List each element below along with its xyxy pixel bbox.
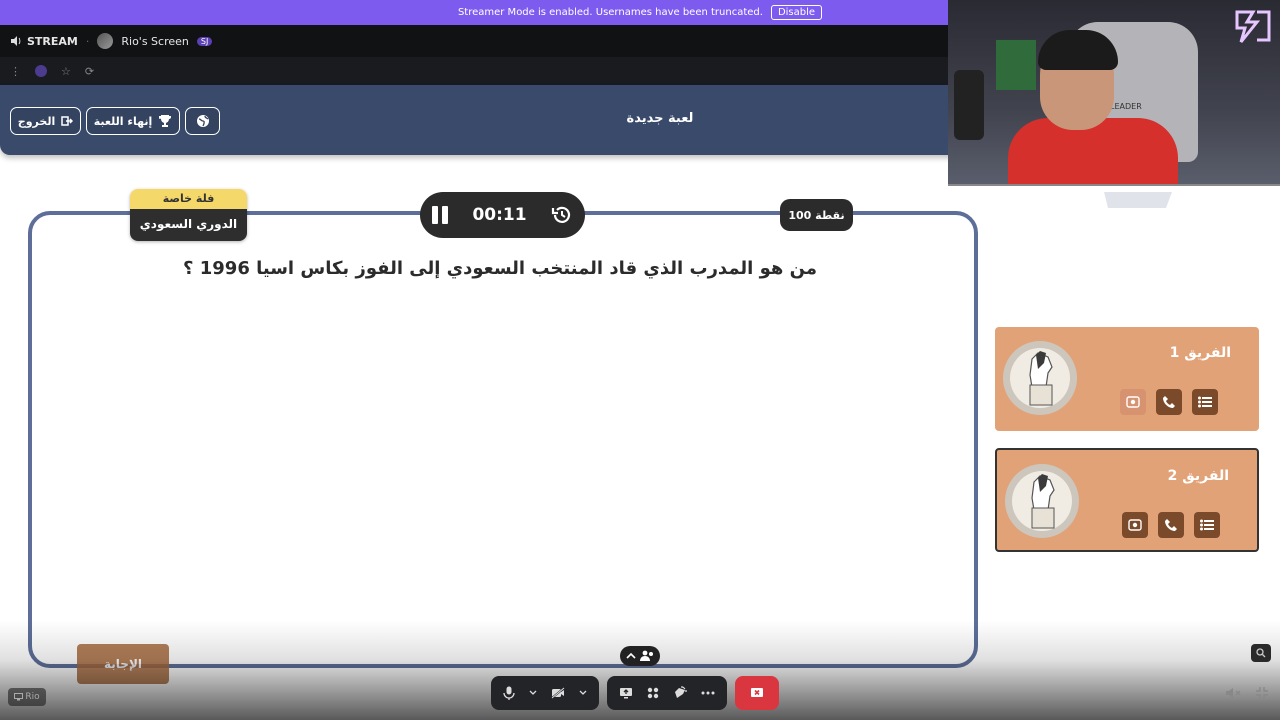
list-icon [1200, 519, 1214, 531]
horse-icon [1010, 348, 1070, 408]
category-tag: فلة خاصة الدوري السعودي [130, 189, 247, 241]
activity-controls [607, 676, 727, 710]
collapse-participants-button[interactable] [620, 646, 660, 666]
streamer-mode-message: Streamer Mode is enabled. Usernames have… [457, 7, 763, 18]
activities-icon[interactable] [647, 687, 659, 699]
list-button[interactable] [1194, 512, 1220, 538]
swap-button[interactable] [1120, 389, 1146, 415]
channel-logo-icon [1235, 10, 1271, 43]
viewer-name-tag: Rio [8, 688, 46, 706]
call-icon [1165, 519, 1177, 531]
category-name: الدوري السعودي [130, 209, 247, 241]
timer-value: 00:11 [472, 205, 527, 225]
chevron-up-icon [626, 652, 636, 659]
mic-icon[interactable] [503, 686, 515, 700]
timer: 00:11 [420, 192, 585, 238]
exit-button[interactable]: الخروج [10, 107, 81, 135]
chevron-down-icon[interactable] [529, 690, 537, 696]
camera-off-icon[interactable] [551, 687, 565, 699]
channel-watermark-icon [1104, 192, 1172, 208]
rewind-icon[interactable] [551, 204, 573, 226]
team-tools [1122, 512, 1220, 538]
list-icon [1198, 396, 1212, 408]
exit-label: الخروج [17, 114, 56, 128]
call-button[interactable] [1156, 389, 1182, 415]
refresh-icon[interactable]: ⟳ [85, 65, 94, 78]
end-game-label: إنهاء اللعبة [93, 114, 153, 128]
team-name: الفريق 2 [1167, 468, 1229, 484]
end-game-button[interactable]: إنهاء اللعبة [86, 107, 180, 135]
call-icon [1163, 396, 1175, 408]
team-tools [1120, 389, 1218, 415]
more-icon[interactable] [701, 691, 715, 695]
team-name: الفريق 1 [1169, 345, 1231, 361]
points-badge: 100 نقطة [780, 199, 853, 231]
wall-poster [996, 40, 1036, 90]
swap-icon [1128, 519, 1142, 531]
streamer-shirt [1008, 118, 1178, 184]
streamer-avatar[interactable] [97, 33, 114, 49]
stream-icon [11, 36, 21, 46]
viewer-name: Rio [25, 692, 40, 702]
trophy-decoration [954, 70, 984, 140]
page-title: لعبة جديدة [626, 111, 694, 126]
list-button[interactable] [1192, 389, 1218, 415]
extension-icon[interactable] [35, 65, 47, 77]
team-card-1: الفريق 1 [995, 327, 1259, 431]
minimize-icon[interactable] [1255, 686, 1269, 700]
call-controls [491, 676, 786, 710]
bookmark-star-icon[interactable]: ☆ [61, 65, 71, 78]
leave-call-icon [751, 688, 763, 697]
media-controls [491, 676, 599, 710]
question-card [28, 211, 978, 668]
streamer-webcam: LEADER [948, 0, 1280, 186]
zoom-icon [1256, 648, 1266, 658]
call-button[interactable] [1158, 512, 1184, 538]
exit-icon [61, 116, 74, 126]
globe-icon [196, 115, 209, 127]
volume-muted-icon[interactable] [1225, 686, 1241, 700]
people-icon [640, 650, 653, 661]
server-badge: SJ [196, 36, 213, 46]
stream-label-text: STREAM [27, 34, 78, 48]
stream-label: STREAM [10, 35, 78, 48]
separator-dot: · [85, 34, 90, 48]
screen-label: Rio's Screen [121, 34, 189, 48]
chevron-down-icon[interactable] [579, 690, 587, 696]
team-card-2: الفريق 2 [995, 448, 1259, 552]
chair-brand: LEADER [1110, 102, 1142, 111]
disable-streamer-mode-button[interactable]: Disable [770, 5, 823, 20]
team-horse-avatar [1003, 341, 1077, 415]
screen-share-icon[interactable] [619, 687, 633, 699]
pause-icon[interactable] [432, 206, 448, 224]
monitor-icon [14, 693, 24, 701]
horse-icon [1012, 471, 1072, 531]
swap-icon [1126, 396, 1140, 408]
language-button[interactable] [185, 107, 220, 135]
zoom-button[interactable] [1251, 644, 1271, 662]
stream-viewer: Streamer Mode is enabled. Usernames have… [0, 0, 1280, 720]
leave-call-button[interactable] [735, 676, 779, 710]
answer-button[interactable]: الإجابة [77, 644, 169, 684]
soundboard-icon[interactable] [673, 686, 687, 700]
swap-button[interactable] [1122, 512, 1148, 538]
trophy-icon [159, 115, 172, 127]
game-header: الخروج إنهاء اللعبة لعبة جديدة [0, 85, 960, 155]
menu-dots-icon[interactable]: ⋮ [10, 65, 21, 78]
team-horse-avatar [1005, 464, 1079, 538]
question-text: من هو المدرب الذي قاد المنتخب السعودي إل… [183, 258, 817, 279]
category-type: فلة خاصة [130, 189, 247, 209]
